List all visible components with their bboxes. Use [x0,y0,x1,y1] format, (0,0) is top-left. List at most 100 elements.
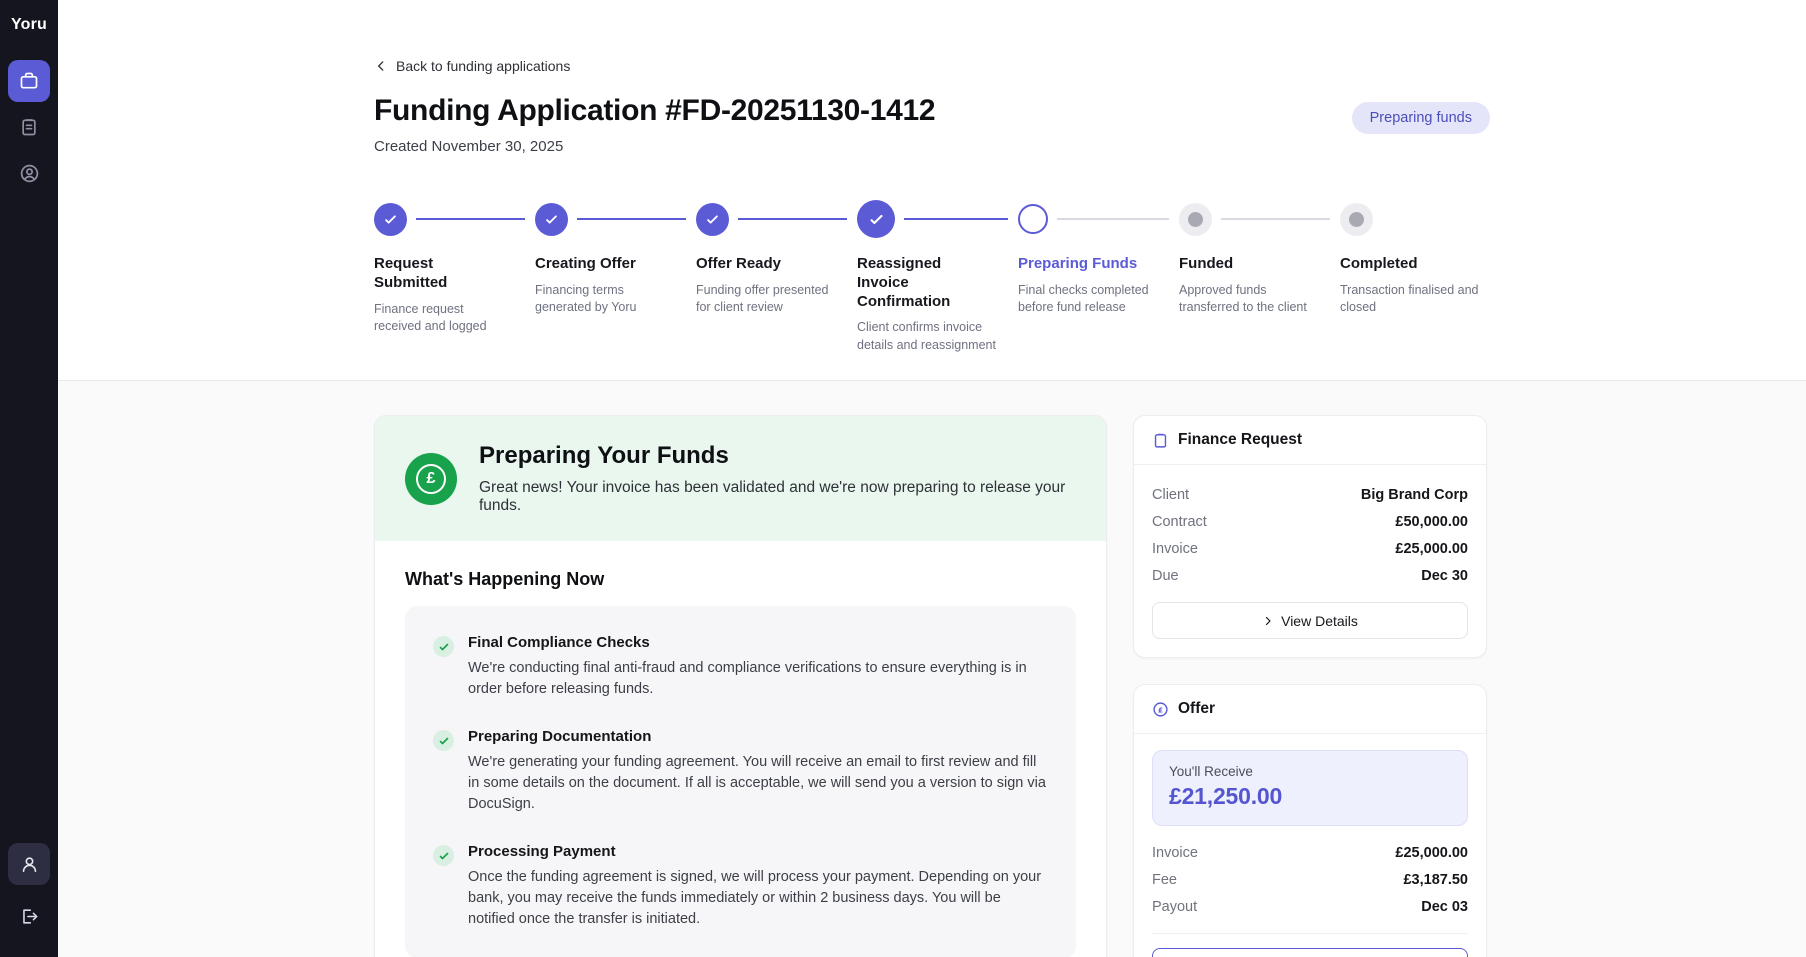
view-details-label: View Details [1281,613,1358,629]
hero-subtitle: Great news! Your invoice has been valida… [479,479,1076,515]
step-label: Creating Offer [535,255,667,274]
table-row: Due Dec 30 [1152,562,1468,589]
finance-request-card: Finance Request Client Big Brand Corp Co… [1133,415,1487,658]
check-icon [544,212,559,227]
table-row: Invoice £25,000.00 [1152,839,1468,866]
app-root: Yoru [0,0,1806,957]
receive-label: You'll Receive [1169,764,1451,779]
check-icon [705,212,720,227]
row-value: £25,000.00 [1395,845,1468,861]
row-label: Client [1152,487,1189,503]
view-pdf-button[interactable]: View PDF [1152,948,1468,957]
item-desc: We're generating your funding agreement.… [468,752,1048,815]
step-current-icon [1018,204,1048,234]
money-icon: £ [405,453,457,505]
sidebar: Yoru [0,0,58,957]
step-todo-icon [1179,203,1212,236]
step-preparing-funds: Preparing Funds Final checks completed b… [1018,199,1179,354]
list-item-compliance: Final Compliance Checks We're conducting… [433,634,1048,700]
back-link-label: Back to funding applications [396,58,570,74]
item-desc: We're conducting final anti-fraud and co… [468,658,1048,700]
check-icon [433,730,454,751]
happening-title: What's Happening Now [405,569,1076,590]
step-label: Funded [1179,255,1311,274]
check-icon [383,212,398,227]
chevron-left-icon [374,59,388,73]
row-label: Invoice [1152,541,1198,557]
step-todo-icon [1340,203,1373,236]
check-icon [433,636,454,657]
step-done-icon [374,203,407,236]
table-row: Contract £50,000.00 [1152,508,1468,535]
sign-out-button[interactable] [8,895,50,937]
item-title: Processing Payment [468,843,1048,860]
table-row: Fee £3,187.50 [1152,866,1468,893]
hero-title: Preparing Your Funds [479,442,1076,470]
finance-request-title: Finance Request [1178,431,1302,449]
chevron-right-icon [1262,615,1274,627]
offer-card: £ Offer You'll Receive £21,250.00 Invoic… [1133,684,1487,957]
table-row: Payout Dec 03 [1152,893,1468,920]
sidebar-item-applications[interactable] [8,106,50,148]
row-value: £3,187.50 [1403,872,1468,888]
back-link[interactable]: Back to funding applications [374,58,570,74]
row-value: £25,000.00 [1395,541,1468,557]
table-row: Client Big Brand Corp [1152,481,1468,508]
sidebar-item-contacts[interactable] [8,152,50,194]
step-reassigned-invoice-confirmation: Reassigned Invoice Confirmation Client c… [857,199,1018,354]
sign-out-icon [20,907,39,926]
row-label: Contract [1152,514,1207,530]
step-label: Offer Ready [696,255,828,274]
row-value: £50,000.00 [1395,514,1468,530]
created-date: Created November 30, 2025 [374,138,935,155]
step-desc: Client confirms invoice details and reas… [857,319,997,354]
row-label: Invoice [1152,845,1198,861]
step-desc: Funding offer presented for client revie… [696,282,836,317]
svg-text:£: £ [1158,705,1163,714]
step-funded: Funded Approved funds transferred to the… [1179,199,1340,354]
table-row: Invoice £25,000.00 [1152,535,1468,562]
step-label: Preparing Funds [1018,255,1150,274]
step-done-icon [857,200,895,238]
progress-stepper: Request Submitted Finance request receiv… [374,199,1490,380]
row-label: Fee [1152,872,1177,888]
row-value: Big Brand Corp [1361,487,1468,503]
sidebar-item-funding[interactable] [8,60,50,102]
step-desc: Financing terms generated by Yoru [535,282,675,317]
row-label: Due [1152,568,1179,584]
account-button[interactable] [8,843,50,885]
item-title: Preparing Documentation [468,728,1048,745]
app-logo: Yoru [11,16,47,34]
pound-coin-icon: £ [1152,701,1169,718]
list-item-payment: Processing Payment Once the funding agre… [433,843,1048,930]
step-desc: Approved funds transferred to the client [1179,282,1319,317]
row-value: Dec 03 [1421,899,1468,915]
row-label: Payout [1152,899,1197,915]
clipboard-icon [1152,432,1169,449]
receive-amount: £21,250.00 [1169,783,1451,810]
view-details-button[interactable]: View Details [1152,602,1468,639]
step-desc: Transaction finalised and closed [1340,282,1480,317]
row-value: Dec 30 [1421,568,1468,584]
step-request-submitted: Request Submitted Finance request receiv… [374,199,535,354]
happening-list: Final Compliance Checks We're conducting… [405,606,1076,957]
item-desc: Once the funding agreement is signed, we… [468,867,1048,930]
offer-title: Offer [1178,700,1215,718]
step-creating-offer: Creating Offer Financing terms generated… [535,199,696,354]
briefcase-icon [19,71,39,91]
step-completed: Completed Transaction finalised and clos… [1340,199,1501,354]
step-label: Completed [1340,255,1472,274]
summary-column: Finance Request Client Big Brand Corp Co… [1133,415,1487,957]
step-label: Reassigned Invoice Confirmation [857,255,989,311]
status-detail-card: £ Preparing Your Funds Great news! Your … [374,415,1107,957]
check-icon [433,845,454,866]
title-block: Funding Application #FD-20251130-1412 Cr… [374,94,935,155]
step-desc: Finance request received and logged [374,301,514,336]
sidebar-bottom [8,843,50,941]
item-title: Final Compliance Checks [468,634,1048,651]
clipboard-icon [19,117,39,137]
page-header: Back to funding applications Funding App… [58,0,1806,380]
page-body: £ Preparing Your Funds Great news! Your … [58,380,1806,957]
hero-banner: £ Preparing Your Funds Great news! Your … [375,416,1106,541]
user-circle-icon [19,163,40,184]
